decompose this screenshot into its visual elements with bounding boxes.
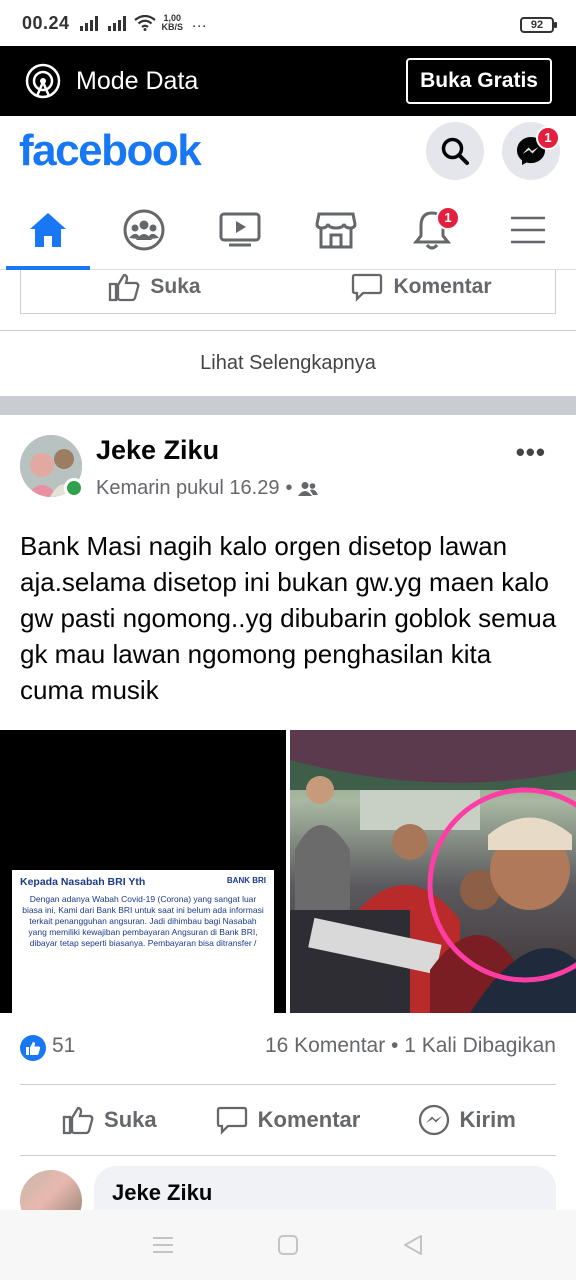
wifi-icon: [133, 15, 156, 31]
open-free-button[interactable]: Buka Gratis: [406, 58, 552, 104]
more-status-icon: …: [191, 14, 208, 31]
previous-post-actions: Suka Komentar: [20, 270, 556, 314]
see-more-link[interactable]: Lihat Selengkapnya: [0, 330, 576, 396]
clock: 00.24: [22, 12, 70, 33]
battery-icon: 92: [520, 17, 557, 33]
facebook-logo[interactable]: facebook: [19, 126, 202, 176]
commenter-avatar[interactable]: [20, 1170, 82, 1210]
marketplace-icon: [315, 212, 357, 249]
messenger-button[interactable]: 1: [502, 122, 560, 180]
data-mode-bar: Mode Data Buka Gratis: [0, 46, 576, 116]
post-header: Jeke Ziku Kemarin pukul 16.29 • •••: [0, 415, 576, 515]
post-actions: Suka Komentar Kirim: [20, 1084, 556, 1156]
author-name[interactable]: Jeke Ziku: [96, 435, 219, 466]
like-label: Suka: [104, 1107, 157, 1132]
like-reaction-icon: [20, 1035, 46, 1061]
home-nav-icon[interactable]: [277, 1234, 299, 1256]
post-separator: [0, 396, 576, 415]
send-label: Kirim: [459, 1107, 516, 1132]
previous-like-label: Suka: [150, 274, 201, 298]
tab-groups[interactable]: [96, 190, 192, 270]
app-header: facebook 1: [0, 116, 576, 190]
meta-dot: •: [285, 477, 293, 499]
tab-marketplace[interactable]: [288, 190, 384, 270]
comment-share-stats[interactable]: 16 Komentar • 1 Kali Dibagikan: [265, 1034, 556, 1058]
network-speed: 1,00 KB/S: [161, 13, 184, 32]
comment-label: Komentar: [257, 1107, 361, 1132]
messenger-send-icon: [418, 1104, 449, 1136]
comment-button[interactable]: Komentar: [199, 1085, 378, 1155]
status-bar: 00.24 1,00 KB/S … 92: [0, 0, 576, 46]
post-meta: Kemarin pukul 16.29 •: [96, 477, 319, 500]
thumbs-up-icon: [62, 1106, 94, 1135]
groups-icon: [123, 209, 165, 251]
search-button[interactable]: [426, 122, 484, 180]
post-options-icon[interactable]: •••: [516, 437, 546, 468]
back-icon[interactable]: [402, 1234, 424, 1256]
commenter-name[interactable]: Jeke Ziku: [112, 1180, 212, 1205]
friends-audience-icon: [298, 481, 319, 496]
previous-comment-button[interactable]: Komentar: [288, 270, 555, 313]
news-feed[interactable]: Suka Komentar Lihat Selengkapnya Jeke Zi…: [0, 270, 576, 1210]
online-indicator: [64, 478, 84, 498]
signal-icon-2: [107, 15, 126, 31]
comment-icon: [352, 273, 383, 302]
menu-icon: [511, 216, 545, 244]
media-photo-notice[interactable]: BANK BRI Kepada Nasabah BRI Yth Dengan a…: [0, 730, 286, 1013]
like-button[interactable]: Suka: [20, 1085, 199, 1155]
like-count[interactable]: 51: [52, 1034, 75, 1058]
tab-notifications[interactable]: 1: [384, 190, 480, 270]
post-time[interactable]: Kemarin pukul 16.29: [96, 477, 279, 500]
tab-home[interactable]: [0, 190, 96, 270]
reactions-bar: 51 16 Komentar • 1 Kali Dibagikan: [0, 1018, 576, 1078]
band-photo: [290, 730, 576, 1013]
send-button[interactable]: Kirim: [377, 1085, 556, 1155]
notice-body: Dengan adanya Wabah Covid-19 (Corona) ya…: [22, 894, 264, 948]
search-icon: [441, 137, 469, 165]
comment-preview: Jeke Ziku: [0, 1166, 576, 1210]
post-media[interactable]: BANK BRI Kepada Nasabah BRI Yth Dengan a…: [0, 730, 576, 1013]
notifications-badge: 1: [436, 206, 460, 230]
data-mode-label: Mode Data: [76, 66, 199, 95]
bank-notice-image: BANK BRI Kepada Nasabah BRI Yth Dengan a…: [12, 870, 274, 1013]
previous-comment-label: Komentar: [393, 274, 492, 298]
system-nav-bar: [0, 1210, 576, 1280]
previous-like-button[interactable]: Suka: [21, 270, 288, 313]
video-icon: [219, 212, 261, 247]
bank-logo: BANK BRI: [226, 876, 266, 885]
media-photo-band[interactable]: [290, 730, 576, 1013]
thumbs-up-icon: [109, 273, 140, 301]
post-text: Bank Masi nagih kalo orgen disetop lawan…: [20, 531, 557, 705]
comment-bubble[interactable]: Jeke Ziku: [94, 1166, 556, 1210]
comment-icon: [216, 1106, 247, 1135]
home-icon: [30, 213, 66, 247]
main-nav: 1: [0, 190, 576, 270]
broadcast-icon: [25, 63, 61, 99]
tab-watch[interactable]: [192, 190, 288, 270]
tab-menu[interactable]: [480, 190, 576, 270]
recent-apps-icon[interactable]: [152, 1235, 174, 1255]
signal-icon: [79, 15, 98, 31]
messenger-badge: 1: [536, 126, 560, 150]
